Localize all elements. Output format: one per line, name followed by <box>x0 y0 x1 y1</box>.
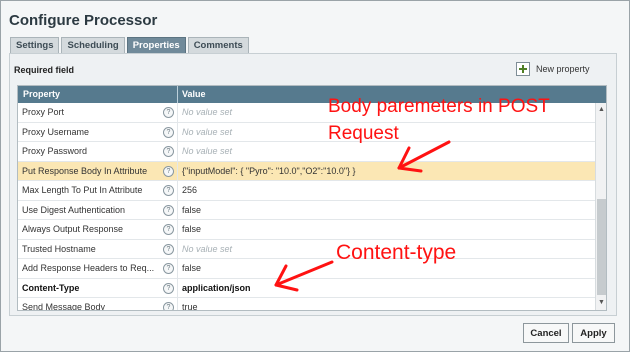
arrow-to-content-type <box>274 260 334 292</box>
arrow-to-body-value <box>397 140 451 173</box>
annotation-arrows <box>274 140 451 292</box>
